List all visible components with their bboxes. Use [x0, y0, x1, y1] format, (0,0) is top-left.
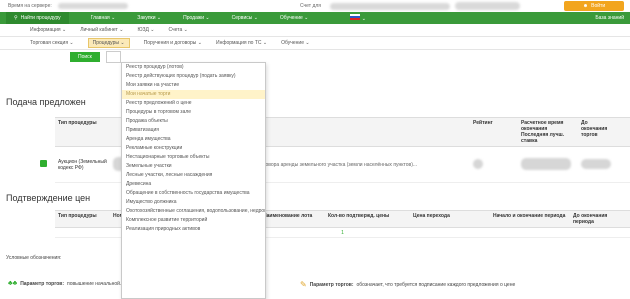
- procedures-dropdown: Реестр процедур (лотов) Реестр действующи…: [121, 62, 266, 299]
- col-rating: Рейтинг: [473, 120, 493, 126]
- search-button[interactable]: Поиск: [70, 52, 100, 62]
- subnav-orders[interactable]: Поручения и договоры ⌄: [144, 40, 202, 46]
- dropdown-item[interactable]: Имущество должника: [122, 198, 265, 207]
- subnav-info[interactable]: Информация ⌄: [30, 27, 66, 33]
- subnav-trade-section[interactable]: Торговая секция ⌄: [30, 40, 74, 46]
- dropdown-item[interactable]: Рекламные конструкции: [122, 144, 265, 153]
- server-time-value: [57, 3, 128, 9]
- dropdown-item[interactable]: Лесные участки, лесные насаждения: [122, 171, 265, 180]
- subnav-yuzd[interactable]: ЮЗД ⌄: [137, 27, 154, 33]
- legend-title: Условные обозначения:: [6, 255, 62, 261]
- price-confirm-section-title: Подтверждение цен: [6, 193, 91, 203]
- dropdown-item[interactable]: Мои заявки на участие: [122, 81, 265, 90]
- subnav-cabinet[interactable]: Личный кабинет ⌄: [80, 27, 123, 33]
- subnav-training[interactable]: Обучение ⌄: [281, 40, 309, 46]
- dropdown-item[interactable]: Процедуры в торговом зале: [122, 108, 265, 117]
- dropdown-item[interactable]: Приватизация: [122, 126, 265, 135]
- subnav-procedures[interactable]: Процедуры ⌄: [87, 38, 130, 48]
- nav-item-training[interactable]: Обучение ⌄: [280, 15, 308, 21]
- top-bar: Время на сервере: Счет для ☻ Войти: [0, 0, 630, 12]
- col-type: Тип процедуры: [58, 120, 97, 126]
- dropdown-item[interactable]: Обращение в собственность государства им…: [122, 189, 265, 198]
- dropdown-item[interactable]: Реестр процедур (лотов): [122, 63, 265, 72]
- account-info: [455, 2, 520, 10]
- dropdown-item[interactable]: Реестр предложений о цене: [122, 99, 265, 108]
- dropdown-item[interactable]: Мои начатые торги: [122, 90, 265, 99]
- server-time-label: Время на сервере:: [8, 3, 52, 9]
- user-icon: ☻: [582, 3, 589, 9]
- account-value: [330, 2, 450, 10]
- nav-item-sales[interactable]: Продажи ⌄: [183, 15, 209, 21]
- key-icon: ✎: [300, 280, 307, 289]
- dropdown-item[interactable]: Продажа объекты: [122, 117, 265, 126]
- search-icon: ⚲: [14, 15, 18, 21]
- leaf-icon: ♣♣: [8, 280, 18, 287]
- nav-item-services[interactable]: Сервисы ⌄: [232, 15, 258, 21]
- dropdown-item[interactable]: Древесина: [122, 180, 265, 189]
- dropdown-item[interactable]: Земельные участки: [122, 162, 265, 171]
- legend-item-1: ♣♣ Параметр торгов: повышение начальной.…: [8, 280, 125, 287]
- status-icon: [40, 160, 47, 167]
- toolbar: Поиск: [0, 50, 630, 64]
- nav-item-main[interactable]: Главная ⌄: [91, 15, 116, 21]
- account-label: Счет для: [300, 3, 321, 9]
- col-end-time: Расчетное время окончания Последняя лучш…: [521, 120, 565, 144]
- login-button[interactable]: ☻ Войти: [564, 1, 624, 11]
- dropdown-item[interactable]: Реализация природных активов: [122, 225, 265, 234]
- main-nav: ⚲ Найти процедуру Главная ⌄ Закупки ⌄ Пр…: [0, 12, 630, 24]
- secondary-button[interactable]: [105, 51, 122, 63]
- row-type: Аукцион (Земельный кодекс РФ): [58, 158, 107, 171]
- find-procedure-button[interactable]: ⚲ Найти процедуру: [6, 12, 69, 24]
- subnav-primary: Информация ⌄ Личный кабинет ⌄ ЮЗД ⌄ Счет…: [0, 24, 630, 37]
- subnav-accounts[interactable]: Счета ⌄: [169, 27, 188, 33]
- dropdown-item[interactable]: Реестр действующих процедур (подать заяв…: [122, 72, 265, 81]
- nav-item-knowledge-base[interactable]: База знаний: [595, 15, 624, 21]
- legend-item-2: ✎ Параметр торгов: обозначает, что требу…: [300, 280, 516, 289]
- dropdown-item[interactable]: Нестационарные торговые объекты: [122, 153, 265, 162]
- subnav-ts-info[interactable]: Информация по ТС ⌄: [216, 40, 267, 46]
- nav-item-purchases[interactable]: Закупки ⌄: [137, 15, 161, 21]
- language-flag-icon[interactable]: ⌄: [350, 14, 366, 22]
- dropdown-item[interactable]: Комплексное развитие территорий: [122, 216, 265, 225]
- dropdown-item[interactable]: Аренда имущества: [122, 135, 265, 144]
- dropdown-item[interactable]: Охотохозяйственные соглашения, водопольз…: [122, 207, 265, 216]
- subnav-secondary: Торговая секция ⌄ Процедуры ⌄ Поручения …: [0, 37, 630, 50]
- bids-section-title: Подача предложен: [6, 97, 86, 107]
- col-remaining: До окончания торгов: [581, 120, 608, 138]
